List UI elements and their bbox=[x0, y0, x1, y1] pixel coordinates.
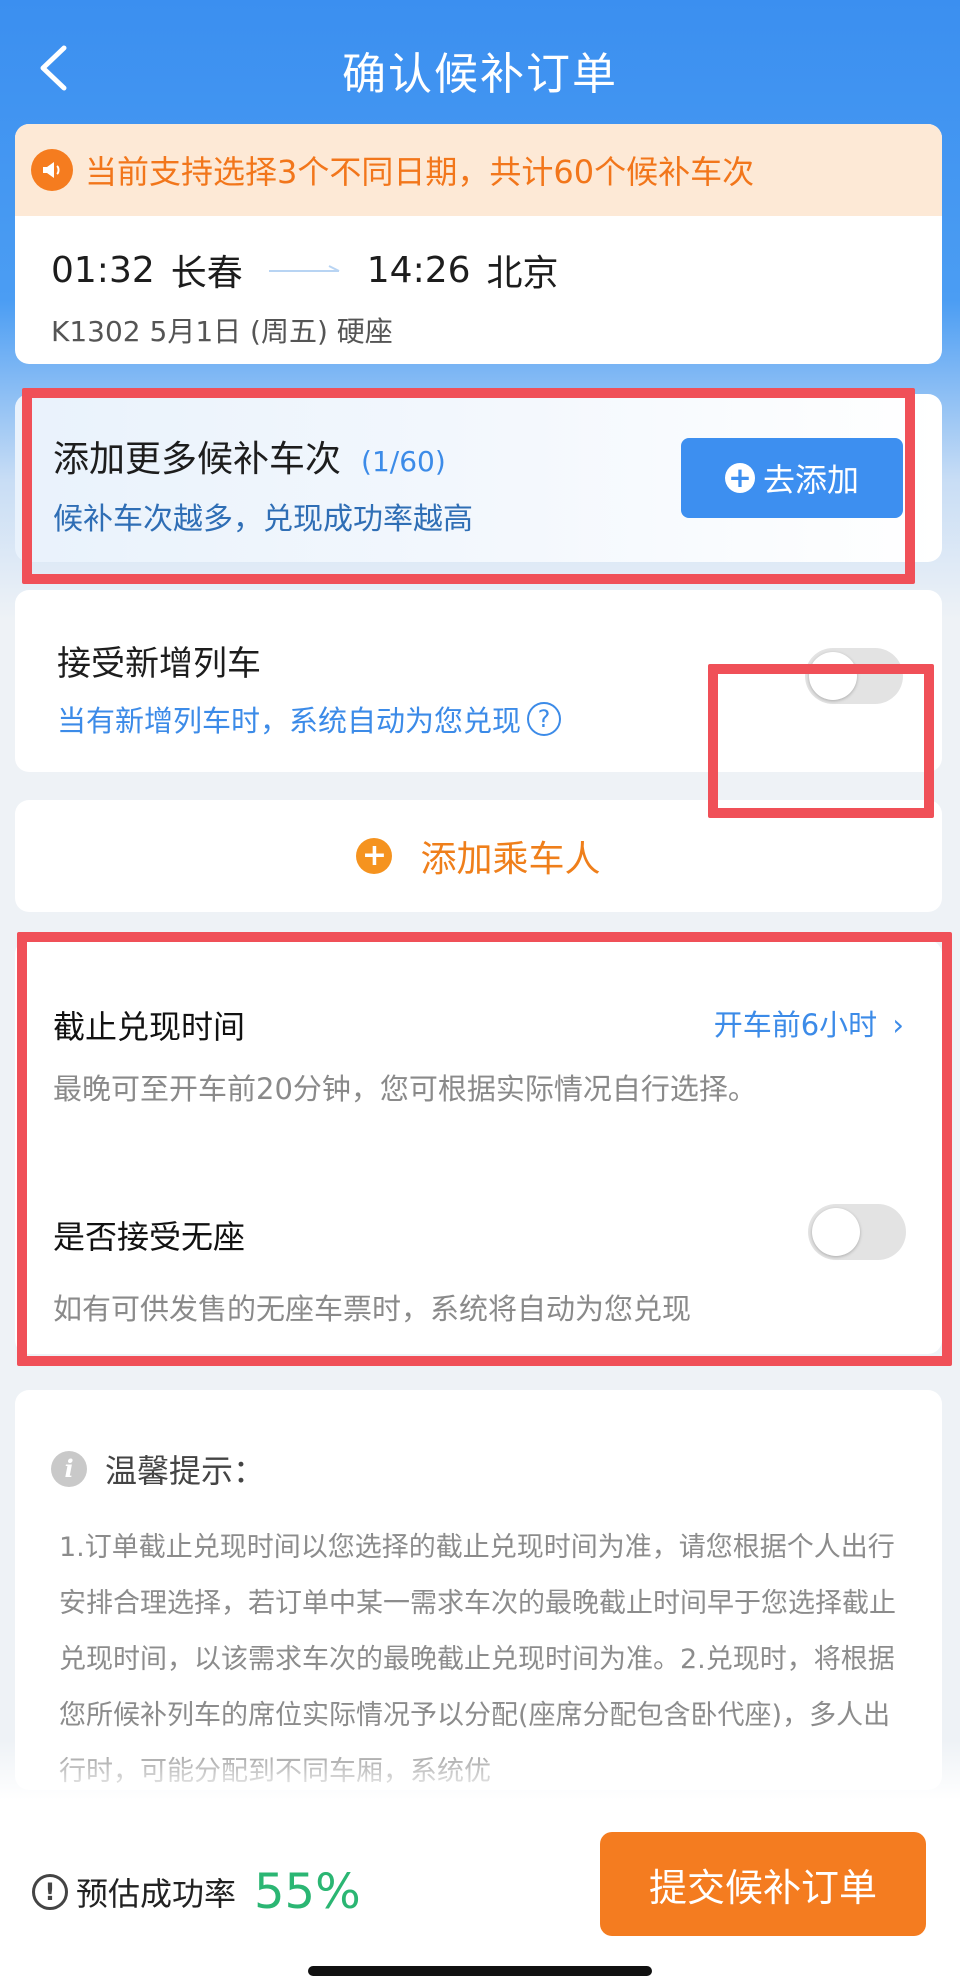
back-button[interactable] bbox=[26, 38, 80, 98]
notice-text: 当前支持选择3个不同日期，共计60个候补车次 bbox=[85, 153, 755, 191]
home-indicator bbox=[308, 1966, 652, 1976]
add-passenger-label: 添加乘车人 bbox=[420, 839, 601, 880]
submit-order-label: 提交候补订单 bbox=[648, 1865, 877, 1910]
tips-title: 温馨提示： bbox=[105, 1452, 266, 1490]
notice-banner: 当前支持选择3个不同日期，共计60个候补车次 bbox=[15, 124, 942, 216]
plus-circle-icon: + bbox=[356, 838, 393, 874]
rate-value: 55% bbox=[254, 1864, 361, 1920]
arrive-station: 北京 bbox=[486, 253, 559, 294]
help-icon[interactable]: ? bbox=[527, 702, 562, 736]
route-card: 当前支持选择3个不同日期，共计60个候补车次 01:32 长春 14:26 北京… bbox=[15, 124, 942, 364]
page-title: 确认候补订单 bbox=[342, 49, 618, 100]
highlight-box-add-train bbox=[22, 388, 915, 584]
route-arrow-icon bbox=[268, 265, 340, 272]
megaphone-icon bbox=[31, 149, 73, 191]
submit-order-button[interactable]: 提交候补订单 bbox=[600, 1832, 926, 1936]
bottom-bar: ! 预估成功率 55% 提交候补订单 bbox=[0, 1800, 960, 1978]
bottom-fade bbox=[0, 1740, 960, 1800]
arrive-time: 14:26 bbox=[366, 249, 471, 291]
info-icon: i bbox=[51, 1451, 87, 1487]
chevron-left-icon bbox=[40, 45, 67, 91]
success-rate: ! 预估成功率 55% bbox=[32, 1864, 361, 1920]
highlight-box-toggle bbox=[708, 664, 934, 818]
train-detail: K1302 5月1日 (周五) 硬座 bbox=[51, 315, 393, 348]
new-train-subtitle: 当有新增列车时，系统自动为您兑现 bbox=[57, 704, 522, 738]
route-info: 01:32 长春 14:26 北京 K1302 5月1日 (周五) 硬座 bbox=[15, 216, 942, 364]
exclamation-circle-icon: ! bbox=[32, 1874, 68, 1910]
tips-card: i 温馨提示： 1.订单截止兑现时间以您选择的截止兑现时间为准，请您根据个人出行… bbox=[15, 1390, 942, 1790]
depart-station: 长春 bbox=[170, 253, 243, 294]
depart-time: 01:32 bbox=[51, 249, 155, 291]
rate-label: 预估成功率 bbox=[76, 1875, 237, 1913]
nav-header: 确认候补订单 bbox=[0, 0, 960, 130]
highlight-box-options bbox=[17, 932, 952, 1366]
new-train-title: 接受新增列车 bbox=[57, 644, 261, 684]
